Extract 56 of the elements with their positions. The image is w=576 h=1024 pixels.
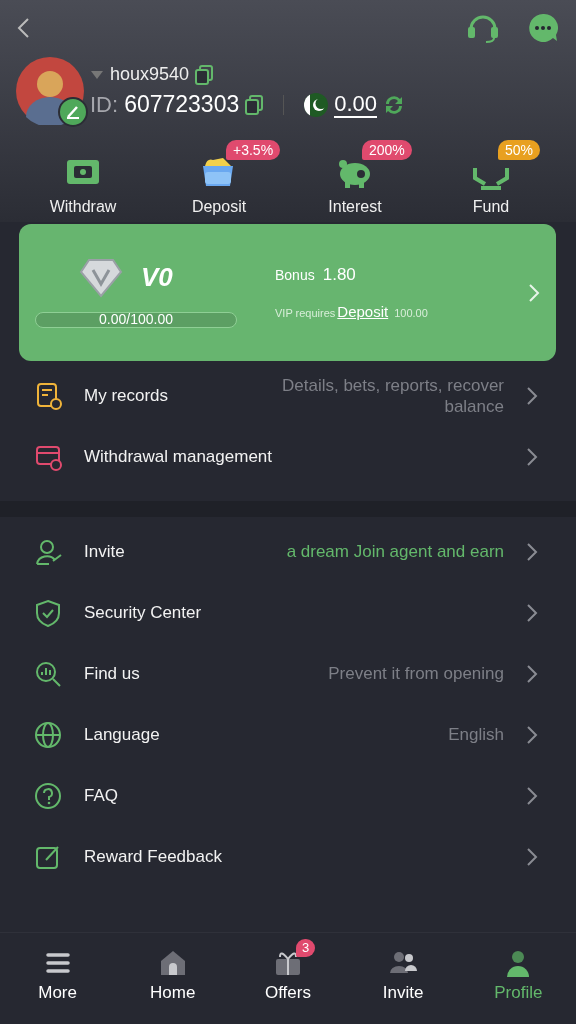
menu-item[interactable]: Reward Feedback	[84, 846, 222, 867]
menu-item[interactable]: Language	[84, 724, 160, 745]
nav-tab[interactable]: More	[7, 947, 108, 1003]
menu-hint: English	[447, 724, 504, 745]
chevron-icon[interactable]	[526, 663, 538, 684]
id-label: ID:	[90, 91, 119, 118]
progress-text: 0.00/100.00	[98, 310, 174, 327]
action-label[interactable]: Deposit	[191, 198, 247, 216]
chat-icon[interactable]	[528, 13, 558, 43]
menu-item[interactable]: My records	[84, 385, 169, 406]
action-label[interactable]: Withdraw	[49, 198, 117, 216]
menu-item[interactable]: Security Center	[84, 602, 202, 623]
globe-icon[interactable]	[34, 720, 62, 749]
menu-hint: Details, bets, reports, recover balance	[280, 374, 504, 417]
menu-item[interactable]: Invite	[84, 541, 125, 562]
nav-tab[interactable]: Home	[122, 947, 223, 1003]
magnifier-icon[interactable]	[34, 659, 62, 688]
vip-requirement: VIP requires	[275, 307, 336, 319]
action-label[interactable]: Interest	[328, 198, 382, 216]
nav-tab[interactable]: Profile	[468, 947, 569, 1003]
document-icon[interactable]	[34, 381, 62, 410]
person-add-icon[interactable]	[34, 537, 62, 566]
help-icon[interactable]	[34, 781, 62, 810]
user-id: 607723303	[124, 91, 240, 118]
edit-icon[interactable]	[58, 97, 88, 127]
chevron-icon[interactable]	[526, 385, 538, 406]
bonus-rate: 200%	[369, 142, 405, 158]
copy-icon[interactable]	[195, 64, 214, 85]
action-label[interactable]: Fund	[472, 198, 510, 216]
diamond-icon	[79, 257, 123, 298]
menu-hint: Prevent it from opening	[327, 663, 504, 684]
nav-tab[interactable]: Invite	[353, 947, 454, 1003]
shield-check-icon[interactable]	[34, 598, 62, 627]
menu-item[interactable]: Find us	[84, 663, 140, 684]
bonus-rate: 50%	[505, 142, 534, 158]
bonus-rate: +3.5%	[233, 142, 274, 158]
headset-icon[interactable]	[466, 13, 500, 43]
chevron-icon[interactable]	[526, 785, 538, 806]
chevron-icon[interactable]	[526, 602, 538, 623]
requirement-amount: 100.00	[394, 307, 428, 319]
vip-level: V0	[141, 262, 173, 293]
copy-icon[interactable]	[245, 94, 264, 115]
username: houx9540	[110, 64, 190, 85]
bonus-value: 1.80	[322, 265, 356, 285]
chevron-icon[interactable]	[526, 724, 538, 745]
flag-icon	[304, 92, 329, 117]
chevron-icon[interactable]	[526, 541, 538, 562]
menu-item[interactable]: FAQ	[84, 785, 118, 806]
chevron-icon[interactable]	[526, 846, 538, 867]
badge-count: 3	[301, 940, 310, 955]
menu-item[interactable]: Withdrawal management	[84, 446, 273, 467]
chevron-icon[interactable]	[526, 446, 538, 467]
back-icon[interactable]	[16, 17, 30, 39]
menu-hint: a dream Join agent and earn	[285, 541, 504, 562]
balance[interactable]: 0.00	[334, 91, 378, 118]
bonus-label: Bonus	[275, 267, 315, 283]
